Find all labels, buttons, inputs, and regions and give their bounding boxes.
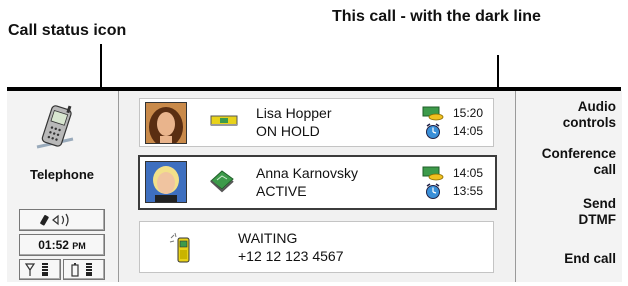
softkey-label-line1: Send <box>582 196 616 211</box>
audio-indicator <box>19 209 105 231</box>
softkey-label: End call <box>564 251 616 266</box>
handset-icon <box>40 215 49 226</box>
caller-name: Anna Karnovsky <box>256 165 358 181</box>
avatar <box>145 102 187 144</box>
on-hold-status-icon <box>210 113 238 132</box>
device-screen: Telephone 01:52 PM Lisa Hopper ON HOLD 1… <box>7 87 622 282</box>
call-status: ACTIVE <box>256 183 307 199</box>
mobile-phone-icon <box>33 103 85 151</box>
caller-name: Lisa Hopper <box>256 105 332 121</box>
active-status-icon <box>208 167 236 200</box>
call-cost-time: 15:20 <box>453 106 484 120</box>
callout-this-call: This call - with the dark line <box>332 8 541 25</box>
softkey-panel: Audio controls Conference call Send DTMF… <box>515 91 622 282</box>
softkey-label-line2: controls <box>562 115 616 130</box>
call-row-active[interactable]: Anna Karnovsky ACTIVE 14:05 13:55 <box>138 155 497 210</box>
softkey-label-line2: call <box>593 162 616 177</box>
clock-ampm: PM <box>72 241 86 251</box>
stopwatch-icon <box>422 122 444 145</box>
call-cost-time: 14:05 <box>453 166 484 180</box>
end-call-button[interactable]: End call <box>564 251 616 267</box>
waiting-phone-icon <box>168 232 194 271</box>
caller-number: +12 12 123 4567 <box>238 248 344 264</box>
call-row-on-hold[interactable]: Lisa Hopper ON HOLD 15:20 14:05 <box>139 98 494 147</box>
app-label: Telephone <box>29 167 95 182</box>
avatar <box>145 161 187 203</box>
call-status: WAITING <box>238 230 298 246</box>
send-dtmf-button[interactable]: Send DTMF <box>579 196 617 228</box>
softkey-label-line1: Conference <box>541 146 616 161</box>
stopwatch-icon <box>422 182 444 205</box>
callout-call-status-icon: Call status icon <box>8 22 127 39</box>
softkey-label-line2: DTMF <box>578 212 617 227</box>
clock: 01:52 PM <box>19 234 105 256</box>
app-panel: Telephone 01:52 PM <box>7 91 119 282</box>
clock-time: 01:52 <box>38 238 69 252</box>
call-row-waiting[interactable]: WAITING +12 12 123 4567 <box>139 221 494 273</box>
conference-call-button[interactable]: Conference call <box>542 146 616 178</box>
call-duration-time: 14:05 <box>453 124 484 138</box>
call-status: ON HOLD <box>256 123 320 139</box>
battery-indicator <box>63 259 105 280</box>
call-duration-time: 13:55 <box>453 184 484 198</box>
softkey-label-line1: Audio <box>577 99 616 114</box>
audio-controls-button[interactable]: Audio controls <box>563 99 616 131</box>
signal-strength-indicator <box>19 259 61 280</box>
